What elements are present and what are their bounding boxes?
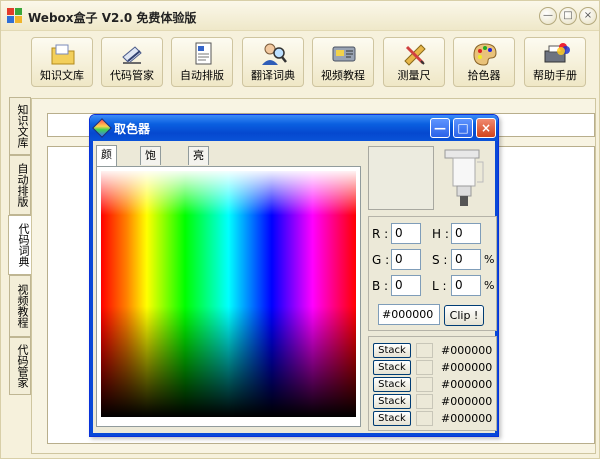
r-label: R : <box>372 227 389 241</box>
h-label: H : <box>432 227 449 241</box>
s-input[interactable]: 0 <box>451 249 481 270</box>
stack-swatch[interactable] <box>416 343 433 358</box>
tab-color[interactable]: 颜色 <box>96 145 117 179</box>
stack-row: Stack #000000 <box>373 411 493 427</box>
document-icon <box>195 42 212 65</box>
stack-row: Stack #000000 <box>373 343 493 359</box>
side-tab-code-dictionary[interactable]: 代码词典 <box>8 215 32 275</box>
tab-brightness[interactable]: 亮度 <box>188 146 209 180</box>
stack-row: Stack #000000 <box>373 394 493 410</box>
close-button[interactable]: × <box>579 7 597 25</box>
toolbar-label: 帮助手册 <box>533 69 577 82</box>
app-logo-icon <box>7 8 23 24</box>
g-label: G : <box>372 253 390 267</box>
toolbar-translation-dictionary-button[interactable]: 翻译词典 <box>242 37 304 87</box>
dialog-maximize-button[interactable]: □ <box>453 118 473 138</box>
side-tab-code-manager[interactable]: 代码管家 <box>9 337 31 395</box>
ruler-pencil-icon <box>404 44 426 66</box>
s-percent: % <box>484 253 495 266</box>
code-pen-icon <box>122 46 142 64</box>
folder-icon <box>51 44 75 65</box>
toolbar-label: 拾色器 <box>467 69 501 82</box>
b-label: B : <box>372 279 389 293</box>
video-card-icon <box>332 46 356 62</box>
help-printer-icon <box>544 43 570 63</box>
side-tab-auto-layout[interactable]: 自动排版 <box>9 155 31 215</box>
h-input[interactable]: 0 <box>451 223 481 244</box>
stack-swatch[interactable] <box>416 360 433 375</box>
toolbar-help-manual-button[interactable]: 帮助手册 <box>524 37 586 87</box>
palette-icon <box>473 43 497 66</box>
toolbar-ruler-button[interactable]: 测量尺 <box>383 37 445 87</box>
stack-button[interactable]: Stack <box>373 411 411 426</box>
stack-hex: #000000 <box>441 344 493 357</box>
toolbar-knowledge-library-button[interactable]: 知识文库 <box>31 37 93 87</box>
color-picker-icon <box>92 118 112 138</box>
toolbar-label: 翻译词典 <box>251 69 295 82</box>
toolbar-label: 知识文库 <box>40 69 84 82</box>
side-tab-video-tutorial[interactable]: 视频教程 <box>9 275 31 337</box>
stack-swatch[interactable] <box>416 377 433 392</box>
tab-saturation[interactable]: 饱和度 <box>140 146 161 198</box>
dialog-title-bar[interactable]: 取色器 — □ × <box>90 115 498 141</box>
dialog-minimize-button[interactable]: — <box>430 118 450 138</box>
toolbar-code-manager-button[interactable]: 代码管家 <box>101 37 163 87</box>
toolbar-label: 视频教程 <box>321 69 365 82</box>
b-input[interactable]: 0 <box>391 275 421 296</box>
l-input[interactable]: 0 <box>451 275 481 296</box>
clip-button[interactable]: Clip ! <box>444 305 484 326</box>
toolbar: 知识文库 代码管家 自动排版 翻译词典 视频教程 测量尺 拾色器 帮助手册 <box>1 31 599 95</box>
toolbar-label: 测量尺 <box>397 69 431 82</box>
app-title: Webox盒子 V2.0 免费体验版 <box>28 11 197 25</box>
g-input[interactable]: 0 <box>391 249 421 270</box>
maximize-button[interactable]: □ <box>559 7 577 25</box>
dialog-close-button[interactable]: × <box>476 118 496 138</box>
l-percent: % <box>484 279 495 292</box>
person-magnifier-icon <box>262 43 287 65</box>
stack-hex: #000000 <box>441 378 493 391</box>
hex-input[interactable]: #000000 <box>378 304 440 325</box>
stack-hex: #000000 <box>441 395 493 408</box>
stack-button[interactable]: Stack <box>373 343 411 358</box>
r-input[interactable]: 0 <box>391 223 421 244</box>
toolbar-label: 代码管家 <box>110 69 154 82</box>
toolbar-auto-layout-button[interactable]: 自动排版 <box>171 37 233 87</box>
stack-swatch[interactable] <box>416 411 433 426</box>
minimize-button[interactable]: — <box>539 7 557 25</box>
color-spectrum[interactable] <box>101 171 356 417</box>
toolbar-label: 自动排版 <box>180 69 224 82</box>
stack-row: Stack #000000 <box>373 360 493 376</box>
color-preview <box>368 146 434 210</box>
stack-hex: #000000 <box>441 361 493 374</box>
stack-button[interactable]: Stack <box>373 394 411 409</box>
stack-button[interactable]: Stack <box>373 377 411 392</box>
stack-button[interactable]: Stack <box>373 360 411 375</box>
toolbar-video-tutorial-button[interactable]: 视频教程 <box>312 37 374 87</box>
stack-hex: #000000 <box>441 412 493 425</box>
side-tabs: 知识文库 自动排版 代码词典 视频教程 代码管家 <box>8 97 32 397</box>
stack-row: Stack #000000 <box>373 377 493 393</box>
eyedropper-icon[interactable] <box>441 148 489 208</box>
dialog-title: 取色器 <box>114 122 151 136</box>
title-bar[interactable]: Webox盒子 V2.0 免费体验版 — □ × <box>1 1 599 31</box>
l-label: L : <box>432 279 447 293</box>
toolbar-color-picker-button[interactable]: 拾色器 <box>453 37 515 87</box>
side-tab-knowledge-library[interactable]: 知识文库 <box>9 97 31 155</box>
stack-swatch[interactable] <box>416 394 433 409</box>
s-label: S : <box>432 253 448 267</box>
